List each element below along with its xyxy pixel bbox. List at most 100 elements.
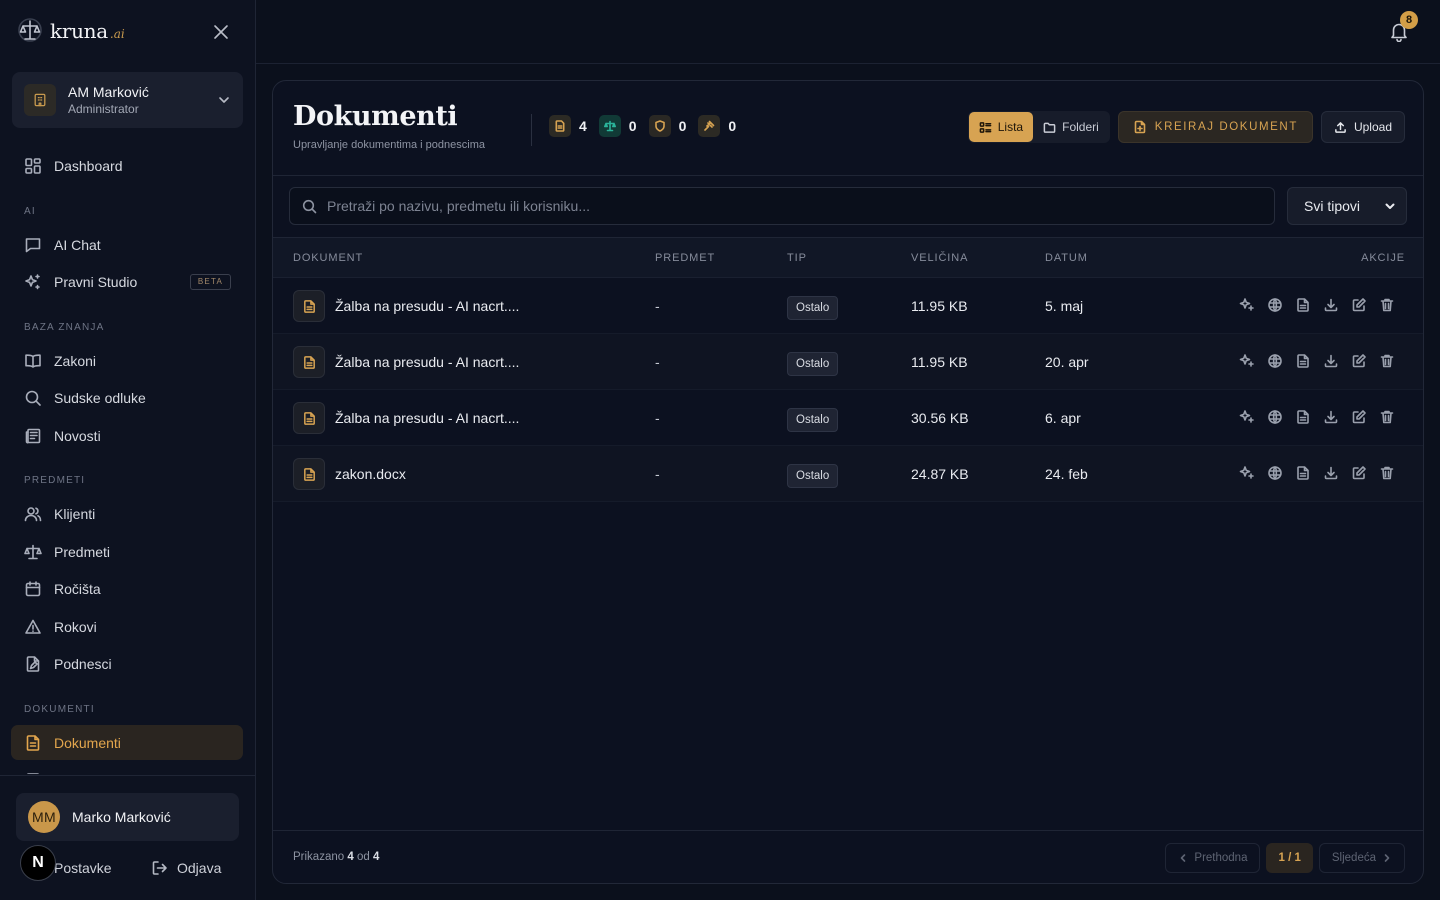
preview-icon[interactable] [1295,297,1311,313]
shield-icon [648,115,671,137]
close-icon[interactable] [211,22,231,42]
sidebar-item-rokovi[interactable]: Rokovi [11,609,243,644]
col-case[interactable]: PREDMET [655,238,715,278]
sidebar-item-dashboard[interactable]: Dashboard [11,148,243,183]
row-actions [1239,353,1395,369]
sidebar-item-rocista[interactable]: Ročišta [11,571,243,606]
document-icon [293,458,325,490]
chevron-left-icon [1181,854,1186,862]
sidebar-item-label: Pravni Studio [54,273,138,290]
download-icon[interactable] [1323,353,1339,369]
ai-icon[interactable] [1239,409,1255,425]
sidebar-item-ai-chat[interactable]: AI Chat [11,227,243,262]
sidebar-item-label: Rokovi [54,618,97,635]
document-type-badge: Ostalo [787,352,839,376]
edit-icon[interactable] [1351,353,1367,369]
upload-icon [1335,121,1346,133]
download-icon[interactable] [1323,409,1339,425]
sidebar-item-zakoni[interactable]: Zakoni [11,343,243,378]
edit-icon[interactable] [1351,465,1367,481]
ai-icon[interactable] [1239,465,1255,481]
ai-icon[interactable] [1239,297,1255,313]
download-icon[interactable] [1323,297,1339,313]
user-name: Marko Marković [72,809,171,825]
warning-icon [25,619,41,634]
view-list-label: Lista [997,120,1024,134]
trash-icon[interactable] [1379,465,1395,481]
brand[interactable]: kruna .ai [18,16,125,46]
brand-suffix: .ai [109,27,125,41]
trash-icon[interactable] [1379,297,1395,313]
sidebar-footer: MM Marko Marković Postavke Odjava N [0,775,255,900]
chevron-down-icon [1385,203,1395,209]
translate-icon[interactable] [1267,409,1283,425]
table-row[interactable]: Žalba na presudu - AI nacrt.... - Ostalo 11… [273,334,1423,390]
col-type[interactable]: TIP [787,238,807,278]
table-row[interactable]: Žalba na presudu - AI nacrt.... - Ostalo 30… [273,390,1423,446]
translate-icon[interactable] [1267,465,1283,481]
logout-button[interactable]: Odjava [151,856,221,880]
create-document-button[interactable]: KREIRAJ DOKUMENT [1117,111,1313,143]
sidebar-item-sudske-odluke[interactable]: Sudske odluke [11,380,243,415]
preview-icon[interactable] [1295,353,1311,369]
col-document[interactable]: DOKUMENT [293,238,363,278]
sidebar-item-label: Ročišta [54,580,101,597]
trash-icon[interactable] [1379,353,1395,369]
filter-row: Svi tipovi [273,176,1423,238]
trash-icon[interactable] [1379,409,1395,425]
stat-documents: 4 [549,115,587,137]
stats: 4 0 0 0 [549,115,748,137]
view-list-button[interactable]: Lista [968,112,1034,142]
document-name[interactable]: Žalba na presudu - AI nacrt.... [335,278,519,334]
account-switcher[interactable]: AM Marković Administrator [12,72,243,128]
type-select[interactable]: Svi tipovi [1287,187,1407,225]
avatar: MM [28,801,60,833]
logout-icon [152,861,167,875]
table-row[interactable]: Žalba na presudu - AI nacrt.... - Ostalo 11… [273,278,1423,334]
next-page-button[interactable]: Sljedeća [1318,843,1405,873]
users-icon [24,506,42,521]
building-icon [24,84,56,116]
book-open-icon [25,353,41,368]
table-row[interactable]: zakon.docx - Ostalo 24.87 KB 24. feb [273,446,1423,502]
document-date: 20. apr [1045,354,1089,370]
document-case: - [655,354,660,370]
edit-icon[interactable] [1351,409,1367,425]
document-case: - [655,466,660,482]
view-folders-button[interactable]: Folderi [1033,112,1109,142]
next-dev-badge[interactable]: N [20,845,56,881]
section-cases: PREDMETI [24,475,86,486]
search-input[interactable] [327,198,1274,214]
ai-icon[interactable] [1239,353,1255,369]
sidebar-item-dokumenti[interactable]: Dokumenti [11,725,243,760]
current-page: 1 / 1 [1266,843,1313,873]
upload-button[interactable]: Upload [1320,111,1405,143]
gavel-icon [698,115,721,137]
user-card[interactable]: MM Marko Marković [16,793,239,841]
sidebar-item-partial[interactable] [11,763,243,774]
preview-icon[interactable] [1295,409,1311,425]
document-name[interactable]: zakon.docx [335,446,406,502]
preview-icon[interactable] [1295,465,1311,481]
edit-icon[interactable] [1351,297,1367,313]
brand-name: kruna [50,19,108,43]
document-size: 30.56 KB [911,410,969,426]
col-size[interactable]: VELIČINA [911,238,968,278]
document-name[interactable]: Žalba na presudu - AI nacrt.... [335,390,519,446]
sidebar-item-podnesci[interactable]: Podnesci [11,646,243,681]
sidebar-item-klijenti[interactable]: Klijenti [11,496,243,531]
sidebar-item-predmeti[interactable]: Predmeti [11,534,243,569]
results-of-label: od [356,851,370,863]
sidebar-item-pravni-studio[interactable]: Pravni Studio BETA [11,264,243,299]
stat-gavel: 0 [698,115,736,137]
sidebar-item-novosti[interactable]: Novosti [11,418,243,453]
translate-icon[interactable] [1267,297,1283,313]
table-header: DOKUMENT PREDMET TIP VELIČINA DATUM AKCI… [273,238,1423,278]
settings-button[interactable]: Postavke [54,856,112,880]
col-date[interactable]: DATUM [1045,238,1088,278]
section-knowledge: BAZA ZNANJA [24,322,105,333]
prev-page-button[interactable]: Prethodna [1165,843,1261,873]
document-name[interactable]: Žalba na presudu - AI nacrt.... [335,334,519,390]
translate-icon[interactable] [1267,353,1283,369]
download-icon[interactable] [1323,465,1339,481]
